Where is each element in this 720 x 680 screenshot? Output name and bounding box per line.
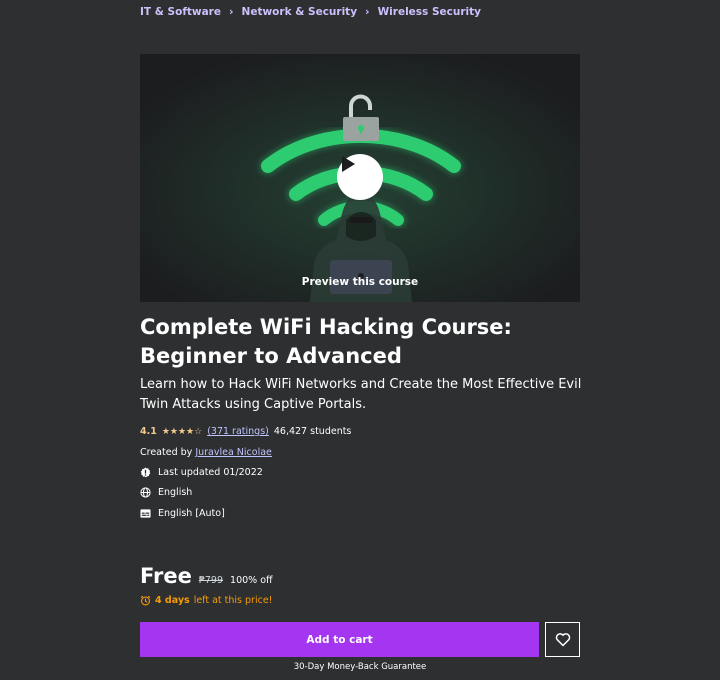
alert-badge-icon [140, 467, 151, 478]
breadcrumb-it-software[interactable]: IT & Software [140, 6, 221, 18]
course-subtitle: Learn how to Hack WiFi Networks and Crea… [140, 377, 582, 412]
chevron-right-icon: › [229, 5, 234, 18]
author-link[interactable]: Juravlea Nicolae [195, 447, 272, 458]
captions: English [Auto] [140, 508, 225, 519]
heart-icon [555, 633, 570, 647]
play-button[interactable] [337, 154, 383, 200]
play-icon [342, 156, 355, 172]
breadcrumb-wireless-security[interactable]: Wireless Security [378, 6, 481, 18]
last-updated: Last updated 01/2022 [140, 467, 263, 478]
wishlist-button[interactable] [545, 622, 580, 657]
original-price: ₱799 [198, 575, 224, 586]
current-price: Free [140, 564, 192, 588]
ratings-count-link[interactable]: (371 ratings) [207, 426, 269, 437]
price-timer: 4 days left at this price! [140, 595, 272, 606]
preview-label[interactable]: Preview this course [140, 276, 580, 288]
created-by: Created by Juravlea Nicolae [140, 447, 272, 458]
alarm-clock-icon [140, 595, 151, 606]
rating-value: 4.1 [140, 426, 157, 437]
course-preview-video[interactable]: Preview this course [140, 54, 580, 302]
star-rating-icon: ★★★★☆ [161, 426, 203, 437]
student-count: 46,427 students [273, 426, 352, 437]
breadcrumb-network-security[interactable]: Network & Security [242, 6, 358, 18]
captions-text: English [Auto] [158, 508, 225, 519]
language: English [140, 487, 192, 498]
days-left: 4 days [155, 595, 190, 606]
chevron-right-icon: › [365, 5, 370, 18]
closed-captions-icon [140, 508, 151, 519]
add-to-cart-button[interactable]: Add to cart [140, 622, 539, 657]
rating-row: 4.1 ★★★★☆ (371 ratings) 46,427 students [140, 426, 351, 437]
last-updated-text: Last updated 01/2022 [158, 467, 263, 478]
course-title: Complete WiFi Hacking Course: Beginner t… [140, 315, 512, 368]
days-left-suffix: left at this price! [193, 595, 273, 606]
discount-percent: 100% off [230, 575, 273, 586]
created-by-label: Created by [140, 447, 193, 458]
price-row: Free ₱799 100% off [140, 564, 273, 588]
globe-icon [140, 487, 151, 498]
breadcrumb: IT & Software › Network & Security › Wir… [140, 5, 481, 18]
money-back-guarantee: 30-Day Money-Back Guarantee [293, 662, 427, 672]
language-text: English [158, 487, 193, 498]
